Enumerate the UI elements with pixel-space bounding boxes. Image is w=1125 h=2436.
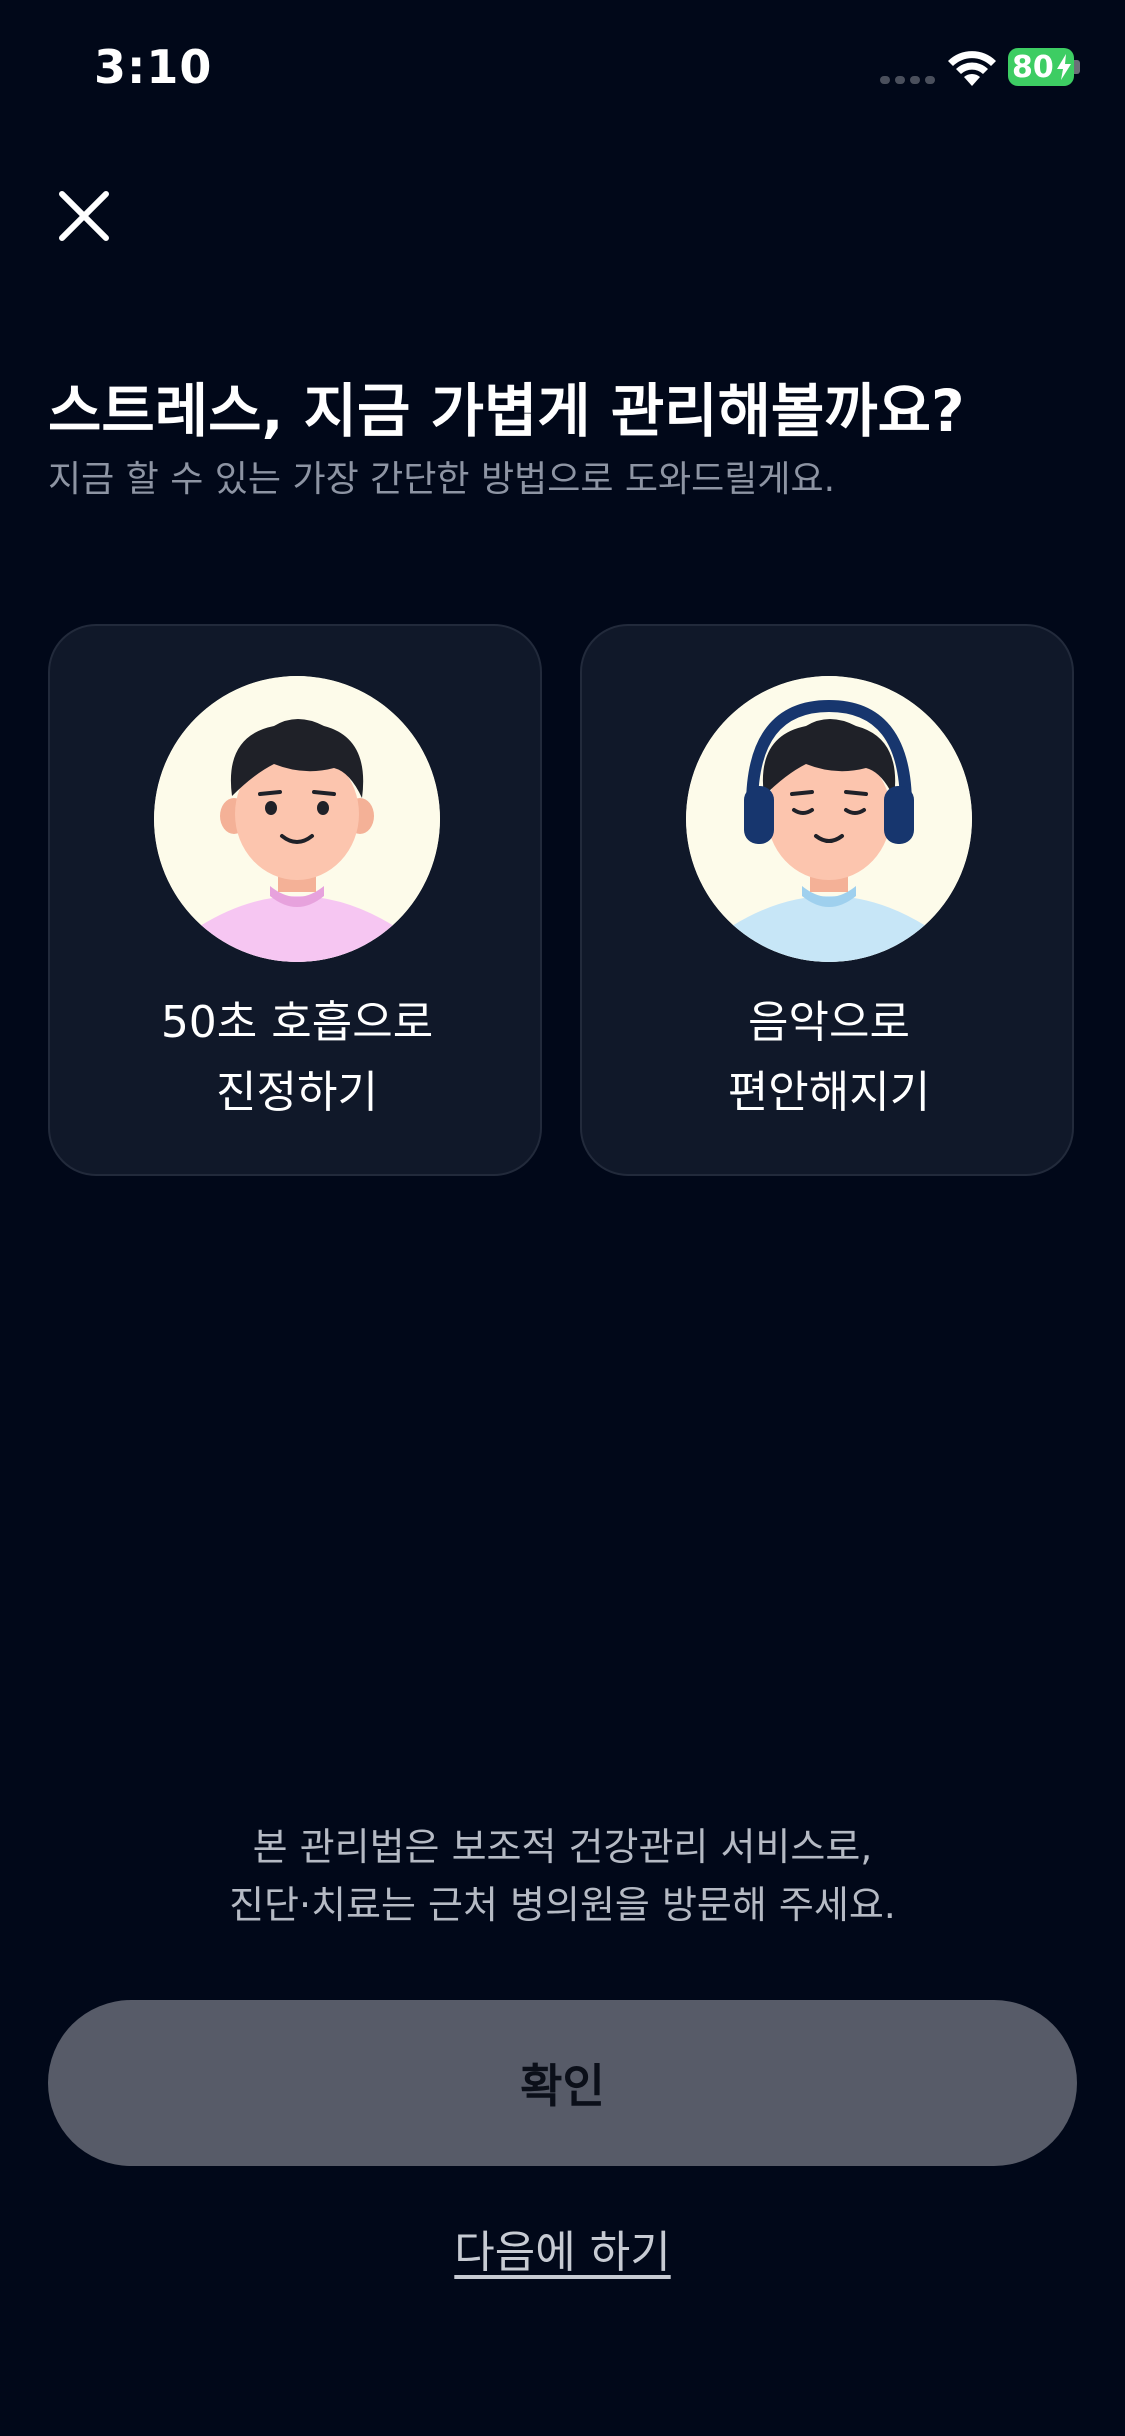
battery-icon: 80: [1008, 48, 1074, 86]
page-subtitle: 지금 할 수 있는 가장 간단한 방법으로 도와드릴게요.: [48, 459, 836, 500]
breathing-option-label-line2: 진정하기: [216, 1067, 378, 1118]
option-cards: 50초 호흡으로 진정하기 음악으로 편안해지기: [48, 624, 1077, 1178]
breathing-boy-illustration: [154, 676, 440, 962]
status-bar: 3:10 80: [0, 0, 1125, 140]
breathing-option-label-line1: 50초 호흡으로: [160, 997, 434, 1048]
status-time: 3:10: [94, 40, 213, 94]
cellular-signal-icon: [880, 76, 936, 84]
disclaimer-text: 본 관리법은 보조적 건강관리 서비스로, 진단·치료는 근처 병의원을 방문해…: [0, 1818, 1125, 1934]
close-icon: [59, 191, 109, 241]
headphones-boy-illustration: [686, 676, 972, 962]
disclaimer-line1: 본 관리법은 보조적 건강관리 서비스로,: [252, 1825, 873, 1869]
do-it-later-link[interactable]: 다음에 하기: [0, 2216, 1125, 2280]
music-option-card[interactable]: 음악으로 편안해지기: [580, 624, 1074, 1176]
battery-cap: [1074, 60, 1080, 74]
confirm-button[interactable]: 확인: [48, 2000, 1077, 2166]
music-option-label-line2: 편안해지기: [727, 1067, 931, 1118]
wifi-icon: [948, 51, 996, 86]
confirm-button-label: 확인: [520, 2060, 605, 2112]
close-button[interactable]: [52, 184, 116, 248]
disclaimer-line2: 진단·치료는 근처 병의원을 방문해 주세요.: [229, 1883, 896, 1927]
music-option-label-line1: 음악으로: [748, 997, 910, 1048]
charging-bolt-icon: [1057, 54, 1071, 80]
battery-level: 80: [1012, 50, 1054, 85]
page-title: 스트레스, 지금 가볍게 관리해볼까요?: [48, 377, 965, 445]
breathing-option-card[interactable]: 50초 호흡으로 진정하기: [48, 624, 542, 1176]
